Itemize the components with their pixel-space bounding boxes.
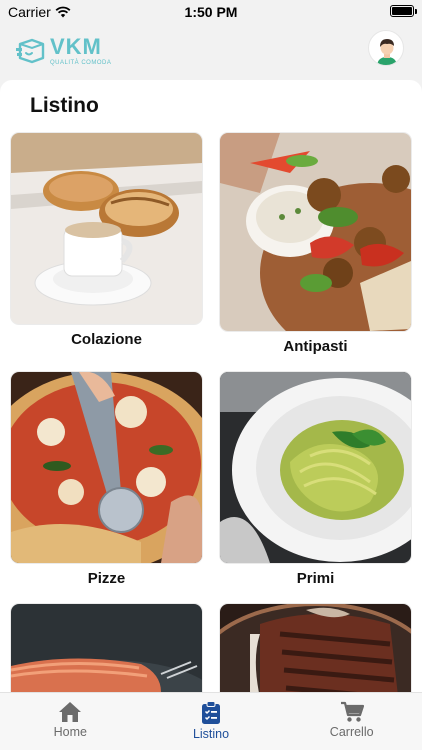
category-label-pizze[interactable]: Pizze: [11, 570, 202, 587]
tab-home-label: Home: [53, 725, 87, 739]
colazione-image: [11, 133, 202, 324]
category-5-image: [11, 604, 202, 692]
logo-tagline: QUALITÀ COMODA: [50, 60, 112, 66]
logo-name: VKM: [50, 34, 102, 59]
primi-image: [220, 372, 411, 563]
category-tile-colazione[interactable]: [11, 133, 202, 324]
logo-box-icon: [16, 38, 45, 64]
status-time: 1:50 PM: [184, 4, 238, 20]
battery-icon: [390, 5, 417, 17]
tab-listino-label: Listino: [192, 727, 230, 741]
category-tile-6[interactable]: [220, 604, 411, 692]
avatar[interactable]: [368, 30, 404, 66]
category-label-antipasti[interactable]: Antipasti: [220, 338, 411, 355]
tab-home[interactable]: Home: [0, 693, 141, 750]
category-6-image: [220, 604, 411, 692]
home-icon: [59, 702, 82, 722]
status-bar: Carrier 1:50 PM: [0, 0, 422, 24]
app-logo[interactable]: VKM QUALITÀ COMODA: [16, 36, 111, 66]
tab-carrello[interactable]: Carrello: [281, 693, 422, 750]
category-tile-primi[interactable]: [220, 372, 411, 563]
category-tile-5[interactable]: [11, 604, 202, 692]
cart-icon: [340, 701, 364, 722]
clipboard-list-icon: [202, 701, 220, 724]
antipasti-image: [220, 133, 411, 331]
tab-listino[interactable]: Listino: [141, 693, 282, 750]
app-header: VKM QUALITÀ COMODA: [0, 24, 422, 80]
category-tile-pizze[interactable]: [11, 372, 202, 563]
category-label-colazione[interactable]: Colazione: [11, 331, 202, 348]
main-content: Listino Colazione Antipasti Pizze Primi: [0, 80, 422, 692]
page-title: Listino: [30, 94, 99, 117]
category-tile-antipasti[interactable]: [220, 133, 411, 331]
user-avatar-icon: [377, 39, 397, 65]
tab-bar: Home Listino Carrello: [0, 692, 422, 750]
category-label-primi[interactable]: Primi: [220, 570, 411, 587]
pizze-image: [11, 372, 202, 563]
tab-carrello-label: Carrello: [329, 725, 374, 739]
